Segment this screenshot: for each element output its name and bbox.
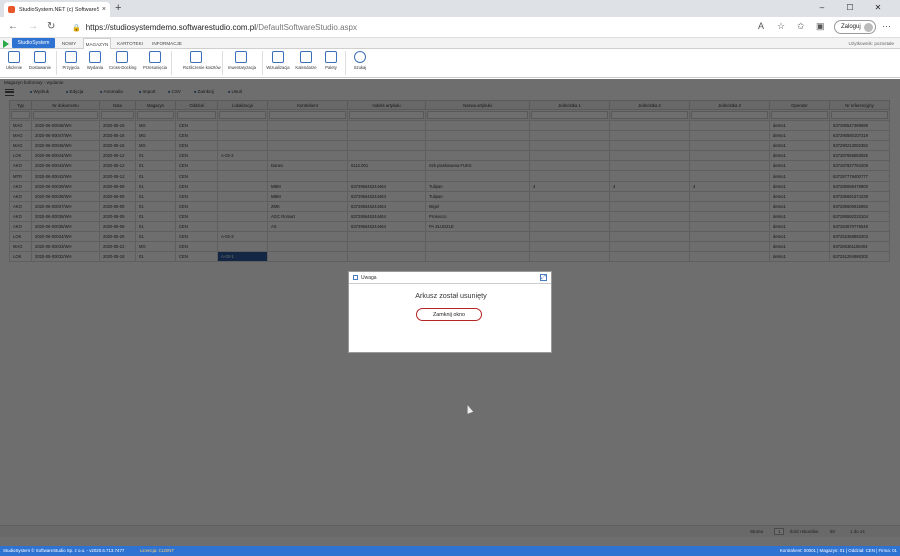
ribbon-button-kalendarze[interactable]: Kalendarze: [293, 51, 319, 71]
tab-kartoteki[interactable]: KARTOTEKI: [114, 38, 146, 49]
calculator-icon: [190, 51, 202, 63]
back-icon[interactable]: ←: [8, 21, 18, 33]
layout-icon: [8, 51, 20, 63]
browser-tab-title: StudioSystem.NET (c) SoftwareStudio: [19, 6, 99, 13]
alert-dialog: Uwaga ⤢ Arkusz został usunięty Zamknij o…: [348, 271, 552, 353]
ribbon-button-szukaj[interactable]: Szukaj: [347, 51, 373, 71]
favorite-star-icon[interactable]: ☆: [777, 21, 785, 32]
footer-license: Licencja: CLIENT: [140, 548, 175, 553]
status-footer: StudioSystem © SoftwareStudio Sp. z o.o.…: [0, 546, 900, 556]
refresh-icon: [116, 51, 128, 63]
ribbon-button-wydania[interactable]: Wydania: [82, 51, 108, 71]
play-icon: [3, 40, 9, 48]
close-window-button[interactable]: Zamknij okno: [416, 308, 482, 321]
window-close-icon[interactable]: ✕: [864, 0, 892, 17]
reload-icon[interactable]: ↻: [47, 21, 55, 33]
url-host: https://studiosystemdemo.softwarestudio.…: [85, 23, 257, 32]
close-tab-icon[interactable]: ×: [102, 6, 106, 13]
url-path: /DefaultSoftwareStudio.aspx: [256, 23, 357, 32]
ribbon-button-rozliczenie[interactable]: Rozliczenie kosztów: [183, 51, 221, 71]
collections-icon[interactable]: ▣: [816, 21, 825, 32]
tab-informacje[interactable]: INFORMACJE: [150, 38, 184, 49]
favorites-list-icon[interactable]: ✩: [797, 21, 805, 32]
ribbon-button-przesuniecia[interactable]: Przesunięcia: [142, 51, 168, 71]
calendar-icon: [300, 51, 312, 63]
tab-magazyn[interactable]: MAGAZYN: [83, 38, 111, 49]
dialog-window-icon: [353, 275, 358, 280]
more-menu-icon[interactable]: ⋯: [882, 21, 891, 32]
issue-icon: [89, 51, 101, 63]
profile-login-button[interactable]: Zaloguj: [834, 20, 876, 34]
ribbon-separator: [56, 51, 57, 75]
lock-icon: 🔒: [72, 24, 81, 32]
ribbon-button-palety[interactable]: Palety: [318, 51, 344, 71]
read-aloud-icon[interactable]: A: [758, 21, 764, 31]
edit-doc-icon: [235, 51, 247, 63]
ribbon-separator: [171, 51, 172, 75]
browser-tab-bar: StudioSystem.NET (c) SoftwareStudio × + …: [0, 0, 900, 17]
search-icon: [354, 51, 366, 63]
avatar-icon: [864, 22, 873, 32]
browser-tab[interactable]: StudioSystem.NET (c) SoftwareStudio ×: [4, 2, 110, 17]
user-label: Użytkownik: pozostałe: [848, 41, 894, 46]
site-favicon-icon: [8, 6, 15, 13]
footer-copyright: StudioSystem © SoftwareStudio Sp. z o.o.…: [3, 548, 125, 553]
app-menu-tabs: StudioSystem NOWY MAGAZYN KARTOTEKI INFO…: [0, 38, 900, 49]
ribbon-button-wizualizacja[interactable]: Wizualizacja: [265, 51, 291, 71]
login-label: Zaloguj: [841, 24, 861, 30]
dialog-maximize-icon[interactable]: ⤢: [540, 274, 547, 281]
receive-icon: [65, 51, 77, 63]
url-field[interactable]: 🔒 https://studiosystemdemo.softwarestudi…: [68, 20, 796, 35]
dialog-message: Arkusz został usunięty: [415, 291, 487, 300]
grid-icon: [272, 51, 284, 63]
ribbon-separator: [345, 51, 346, 75]
dialog-header: Uwaga ⤢: [349, 272, 551, 284]
ribbon-separator: [262, 51, 263, 75]
address-bar: ← → ↻ 🔒 https://studiosystemdemo.softwar…: [0, 17, 900, 38]
pallet-icon: [325, 51, 337, 63]
studiosystem-button[interactable]: StudioSystem: [12, 38, 55, 48]
ribbon-button-ulozenie[interactable]: Ułożenie: [1, 51, 27, 71]
ribbon-button-inwentaryzacja[interactable]: Inwentaryzacja: [228, 51, 256, 71]
ribbon-button-dostawanie[interactable]: Dostawanie: [27, 51, 53, 71]
minimize-icon[interactable]: –: [808, 0, 836, 17]
dialog-title: Uwaga: [361, 274, 377, 281]
ribbon-button-przyjecia[interactable]: Przyjęcia: [58, 51, 84, 71]
ribbon-separator: [222, 51, 223, 75]
ribbon-toolbar: Ułożenie Dostawanie Przyjęcia Wydania Cr…: [0, 49, 900, 78]
tab-nowy[interactable]: NOWY: [58, 38, 80, 49]
footer-context: Kontrahent: 00001 | Magazyn: 01 | Oddzia…: [779, 548, 897, 553]
new-tab-icon[interactable]: +: [115, 2, 121, 14]
folder-icon: [34, 51, 46, 63]
ribbon-button-cross-docking[interactable]: Cross-Docking: [109, 51, 136, 71]
undo-icon: [149, 51, 161, 63]
forward-icon[interactable]: →: [28, 21, 38, 33]
maximize-icon[interactable]: ☐: [836, 0, 864, 17]
